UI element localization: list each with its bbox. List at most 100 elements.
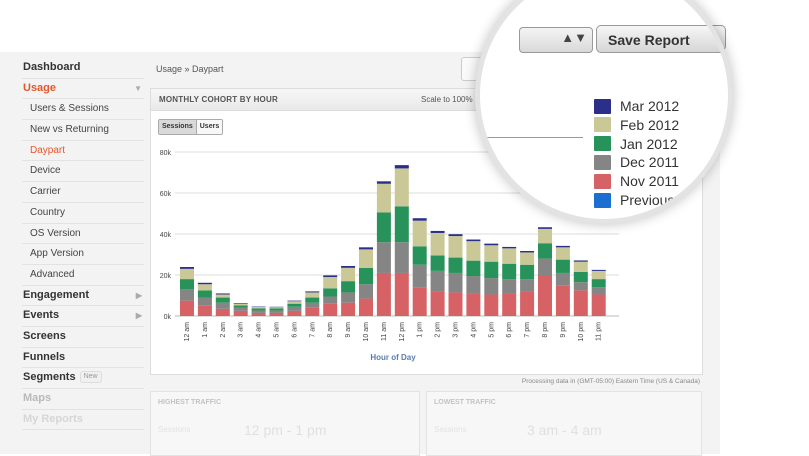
sidebar-item-advanced[interactable]: Advanced	[22, 265, 144, 286]
bar-segment	[395, 273, 409, 316]
sidebar-item-segments[interactable]: SegmentsNew	[22, 368, 144, 389]
bar-segment	[574, 282, 588, 290]
x-tick-label: 5 am	[274, 322, 281, 338]
sidebar-item-label: Country	[30, 207, 65, 218]
bar-segment	[574, 262, 588, 272]
users-toggle-button[interactable]: Users	[196, 120, 222, 134]
sidebar-item-maps[interactable]: Maps	[22, 389, 144, 410]
legend-swatch	[594, 193, 611, 208]
sidebar-item-label: Engagement	[23, 289, 89, 301]
sidebar-item-engagement[interactable]: Engagement▶	[22, 286, 144, 307]
sidebar-item-usage[interactable]: Usage▼	[22, 79, 144, 100]
sidebar-item-os-version[interactable]: OS Version	[22, 224, 144, 245]
x-tick-label: 5 pm	[488, 322, 495, 338]
sidebar-item-country[interactable]: Country	[22, 203, 144, 224]
x-tick-label: 3 pm	[453, 322, 460, 338]
bar-segment	[502, 247, 516, 248]
bar-segment	[270, 308, 284, 310]
x-tick-label: 2 pm	[435, 322, 442, 338]
legend-item[interactable]: Nov 2011	[594, 172, 679, 190]
x-tick-label: 12 pm	[399, 322, 406, 342]
bar-segment	[484, 245, 498, 261]
legend-label: Nov 2011	[620, 173, 679, 189]
bar-segment	[216, 309, 230, 316]
y-tick-label: 40k	[160, 232, 172, 239]
x-tick-label: 2 am	[220, 322, 227, 338]
bar-segment	[377, 212, 391, 242]
bar-segment	[323, 275, 337, 277]
sidebar-item-users-sessions[interactable]: Users & Sessions	[22, 99, 144, 120]
bar-segment	[198, 298, 212, 306]
bar-segment	[341, 266, 355, 268]
magnified-header-dropdown[interactable]: ▲▼	[519, 27, 593, 53]
sidebar-item-events[interactable]: Events▶	[22, 306, 144, 327]
bar-segment	[323, 297, 337, 304]
sidebar-item-app-version[interactable]: App Version	[22, 244, 144, 265]
y-tick-label: 0k	[164, 314, 172, 321]
legend-swatch	[594, 99, 611, 114]
bar-segment	[377, 184, 391, 213]
bar-segment	[323, 288, 337, 296]
x-tick-label: 7 pm	[524, 322, 531, 338]
x-tick-label: 4 pm	[470, 322, 477, 338]
panel-title: MONTHLY COHORT BY HOUR	[159, 95, 278, 104]
bar-segment	[252, 310, 266, 312]
legend-item[interactable]: Feb 2012	[594, 116, 679, 134]
sidebar-item-daypart[interactable]: Daypart	[22, 141, 144, 162]
sidebar-item-dashboard[interactable]: Dashboard	[22, 58, 144, 79]
scale-to-100-control[interactable]: Scale to 100%	[421, 95, 485, 104]
bar-segment	[341, 281, 355, 292]
bar-segment	[556, 247, 570, 259]
bar-segment	[484, 244, 498, 246]
x-tick-label: 1 pm	[417, 322, 424, 338]
x-tick-label: 7 am	[309, 322, 316, 338]
magnified-save-report-button[interactable]: Save Report	[596, 25, 728, 53]
bar-segment	[520, 279, 534, 291]
bar-segment	[234, 311, 248, 316]
processing-note: Processing data in (GMT-05:00) Eastern T…	[522, 378, 700, 385]
magnifier-content: ▲▼ Save Report Mar 2012 Feb 2012 Jan 2012D…	[480, 0, 728, 219]
sidebar-item-screens[interactable]: Screens	[22, 327, 144, 348]
legend-item[interactable]: Dec 2011	[594, 153, 679, 171]
legend-item[interactable]: Jan 2012	[594, 135, 678, 153]
bar-segment	[484, 278, 498, 294]
bar-segment	[466, 241, 480, 260]
sidebar-item-new-vs-returning[interactable]: New vs Returning	[22, 120, 144, 141]
legend-item[interactable]: Previous	[594, 191, 674, 209]
lowest-traffic-sub: Sessions	[434, 425, 466, 434]
bar-segment	[287, 301, 301, 303]
legend-item[interactable]: Mar 2012	[594, 97, 679, 115]
sidebar-item-funnels[interactable]: Funnels	[22, 348, 144, 369]
bar-segment	[234, 305, 248, 307]
breadcrumb[interactable]: Usage » Daypart	[156, 64, 224, 74]
bar-segment	[538, 243, 552, 258]
sidebar-item-my-reports[interactable]: My Reports	[22, 410, 144, 431]
bar-segment	[216, 303, 230, 309]
bar-segment	[538, 229, 552, 243]
legend-label: Feb 2012	[620, 117, 679, 133]
bar-segment	[359, 249, 373, 267]
legend-label: Jan 2012	[620, 136, 678, 152]
lowest-traffic-title: LOWEST TRAFFIC	[434, 399, 496, 406]
bar-segment	[520, 265, 534, 279]
bar-segment	[592, 270, 606, 271]
bar-segment	[431, 256, 445, 271]
sidebar-item-label: Device	[30, 165, 61, 176]
x-tick-label: 11 pm	[596, 322, 603, 341]
sidebar-item-carrier[interactable]: Carrier	[22, 182, 144, 203]
bar-segment	[270, 313, 284, 316]
bar-segment	[431, 233, 445, 256]
bar-segment	[305, 292, 319, 297]
sessions-toggle-button[interactable]: Sessions	[159, 120, 196, 134]
y-tick-label: 80k	[160, 150, 172, 157]
bar-segment	[431, 291, 445, 316]
bar-segment	[484, 262, 498, 278]
bar-segment	[341, 292, 355, 302]
x-tick-label: 6 am	[291, 322, 298, 338]
bar-segment	[574, 272, 588, 282]
highest-traffic-title: HIGHEST TRAFFIC	[158, 399, 221, 406]
highest-traffic-card: HIGHEST TRAFFIC Sessions 12 pm - 1 pm	[150, 391, 420, 456]
sidebar-item-device[interactable]: Device	[22, 161, 144, 182]
bar-segment	[234, 303, 248, 304]
x-tick-label: 10 am	[363, 322, 370, 342]
